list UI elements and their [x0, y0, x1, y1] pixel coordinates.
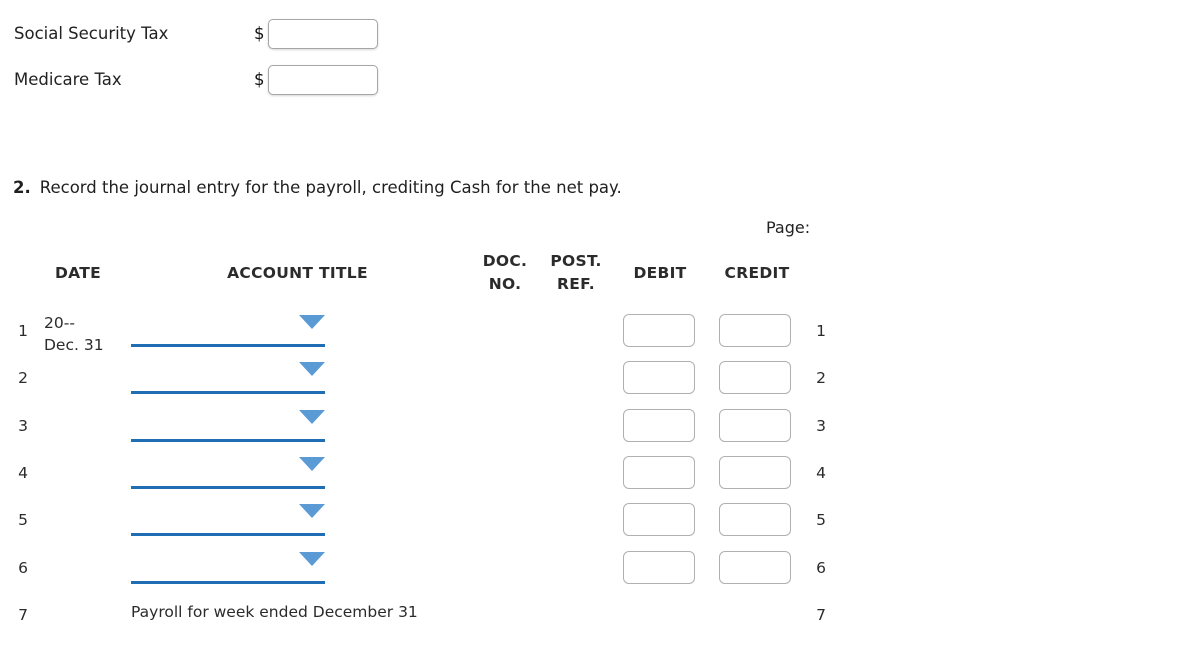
row-number-right: 3 — [816, 416, 826, 435]
credit-input[interactable] — [719, 361, 791, 395]
column-header-debit: DEBIT — [633, 264, 687, 282]
debit-input[interactable] — [623, 503, 695, 537]
account-title-select[interactable] — [131, 502, 325, 537]
journal-row: 22 — [0, 357, 1200, 404]
journal-row: 66 — [0, 547, 1200, 594]
row-number-left: 4 — [18, 463, 28, 482]
chevron-down-icon[interactable] — [299, 456, 325, 471]
row-number-left: 7 — [18, 605, 28, 624]
account-title-select[interactable] — [131, 408, 325, 442]
date-cell: 20-- Dec. 31 — [44, 312, 130, 356]
account-title-underline — [131, 391, 325, 395]
column-header-post-ref: POST. REF. — [541, 250, 611, 296]
chevron-down-icon[interactable] — [299, 362, 325, 377]
chevron-down-icon[interactable] — [299, 504, 325, 519]
column-header-post-ref-line1: POST. — [550, 252, 602, 270]
account-title-select[interactable] — [131, 550, 325, 584]
journal-row: 1 1 20-- Dec. 31 — [0, 310, 1200, 357]
account-title-select[interactable] — [131, 455, 325, 489]
date-day: Dec. 31 — [44, 336, 104, 354]
chevron-down-icon[interactable] — [299, 315, 325, 329]
debit-input[interactable] — [623, 455, 695, 489]
column-header-account-title: ACCOUNT TITLE — [227, 264, 368, 282]
journal-row: 33 — [0, 405, 1200, 452]
credit-input[interactable] — [719, 550, 791, 584]
column-header-doc-no-line2: NO. — [488, 275, 522, 293]
row-number-right: 7 — [816, 605, 826, 624]
row-number-left: 2 — [18, 369, 28, 388]
row-number-right: 6 — [816, 558, 826, 577]
journal-row: 55 — [0, 499, 1200, 546]
chevron-down-icon[interactable] — [299, 409, 325, 424]
credit-input[interactable] — [719, 503, 791, 537]
credit-input[interactable] — [719, 408, 791, 442]
debit-input[interactable] — [623, 314, 695, 347]
debit-input[interactable] — [623, 408, 695, 442]
account-title-underline — [131, 533, 325, 537]
account-title-underline — [131, 438, 325, 442]
credit-input[interactable] — [719, 314, 791, 347]
debit-input[interactable] — [623, 361, 695, 395]
account-title-select[interactable] — [131, 360, 325, 395]
page-label: Page: — [766, 218, 811, 237]
account-title-underline — [131, 580, 325, 584]
journal-table: Page: DATE ACCOUNT TITLE DOC. NO. POST. … — [0, 0, 1200, 649]
row-number-left: 1 — [18, 322, 28, 340]
account-title-underline — [131, 485, 325, 489]
column-header-doc-no-line1: DOC. — [482, 252, 528, 270]
row-number-left: 6 — [18, 558, 28, 577]
account-title-select[interactable] — [131, 313, 325, 347]
chevron-down-icon[interactable] — [299, 551, 325, 566]
row-number-right: 2 — [816, 369, 826, 388]
column-header-credit: CREDIT — [724, 264, 790, 282]
column-header-doc-no: DOC. NO. — [473, 250, 537, 296]
row-number-left: 5 — [18, 511, 28, 530]
column-header-date: DATE — [54, 264, 102, 282]
journal-row: 44 — [0, 452, 1200, 499]
debit-input[interactable] — [623, 550, 695, 584]
row-number-right: 4 — [816, 463, 826, 482]
row-number-right: 1 — [816, 322, 826, 340]
row-number-left: 3 — [18, 416, 28, 435]
column-header-post-ref-line2: REF. — [557, 275, 595, 293]
date-year: 20-- — [44, 314, 75, 332]
journal-row: 7 7 Payroll for week ended December 31 — [0, 594, 1200, 641]
memo-text: Payroll for week ended December 31 — [131, 602, 418, 621]
row-number-right: 5 — [816, 511, 826, 530]
account-title-underline — [131, 344, 325, 347]
credit-input[interactable] — [719, 455, 791, 489]
